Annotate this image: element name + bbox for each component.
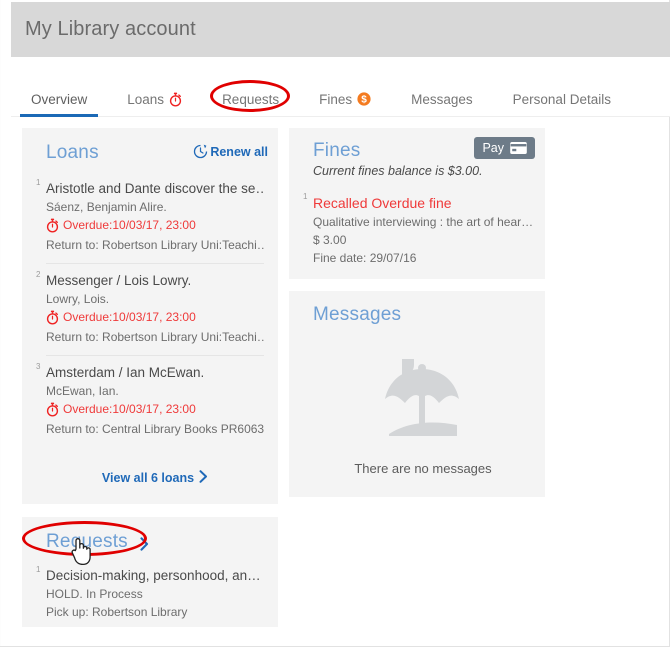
tab-label: Requests xyxy=(222,91,280,107)
fine-item-number: 1 xyxy=(303,192,308,201)
tab-loans[interactable]: Loans xyxy=(107,57,202,115)
view-all-loans-label: View all 6 loans xyxy=(101,471,195,485)
loan-item-overdue-text: Overdue:10/03/17, 23:00 xyxy=(63,402,196,416)
loan-item-title: Aristotle and Dante discover the se… xyxy=(46,181,264,196)
request-item-status: HOLD. In Process xyxy=(46,587,143,601)
tab-label: Overview xyxy=(31,91,88,107)
view-all-loans-row: View all 6 loans xyxy=(46,447,264,503)
tab-fines[interactable]: Fines $ xyxy=(299,57,391,115)
fine-item-title: Qualitative interviewing : the art of he… xyxy=(313,215,533,229)
stopwatch-icon xyxy=(46,402,59,417)
beach-umbrella-icon xyxy=(377,352,469,447)
loan-item-author: Sáenz, Benjamin Alire. xyxy=(46,200,167,214)
request-item[interactable]: 1 Decision-making, personhood, an… HOLD. I… xyxy=(36,559,264,629)
loan-item-overdue: Overdue:10/03/17, 23:00 xyxy=(46,400,264,419)
tab-label: Loans xyxy=(127,91,165,107)
fines-card: Fines Pay Current fines balance is $3.00… xyxy=(289,128,545,279)
tab-messages[interactable]: Messages xyxy=(391,57,493,115)
svg-text:$: $ xyxy=(361,95,367,106)
loan-item-return-to: Return to: Robertson Library Uni:Teachi… xyxy=(46,238,264,252)
messages-card: Messages There are no messages xyxy=(289,291,545,497)
stopwatch-icon xyxy=(169,66,182,107)
loan-item-number: 1 xyxy=(36,178,41,187)
stopwatch-icon xyxy=(46,218,59,233)
loan-item-overdue-text: Overdue:10/03/17, 23:00 xyxy=(63,310,196,324)
pay-button-label: Pay xyxy=(482,141,504,155)
fines-balance-text: Current fines balance is $3.00. xyxy=(313,164,483,178)
loan-item-overdue-text: Overdue:10/03/17, 23:00 xyxy=(63,218,196,232)
tab-label: Fines xyxy=(319,91,353,107)
tab-bar: Overview Loans Requests Fines $ Messages Perso… xyxy=(11,57,670,117)
loan-item-return-to: Return to: Robertson Library Uni:Teachi… xyxy=(46,330,264,344)
tab-overview[interactable]: Overview xyxy=(11,57,107,115)
renew-all-label: Renew all xyxy=(210,144,268,159)
tab-label: Personal Details xyxy=(512,91,611,107)
page-title: My Library account xyxy=(25,18,196,40)
view-all-loans-link[interactable]: View all 6 loans xyxy=(102,470,208,486)
loan-item-author: McEwan, Ian. xyxy=(46,384,119,398)
request-item-pickup: Pick up: Robertson Library xyxy=(46,605,188,619)
loan-item-number: 2 xyxy=(36,270,41,279)
tab-bar-divider xyxy=(11,116,670,117)
page-header: My Library account xyxy=(11,2,670,57)
loan-item[interactable]: 1 Aristotle and Dante discover the se… Sáe… xyxy=(36,172,264,263)
loan-item-number: 3 xyxy=(36,362,41,371)
chevron-right-icon[interactable] xyxy=(140,534,149,551)
active-tab-underline xyxy=(20,114,98,117)
loans-card: Loans Renew all 1 Aristotle and Dante dis… xyxy=(22,128,278,504)
credit-card-icon xyxy=(510,142,527,154)
fine-item[interactable]: 1 Recalled Overdue fine Qualitative interv… xyxy=(303,186,533,275)
tab-personal-details[interactable]: Personal Details xyxy=(493,57,631,115)
loan-item-overdue: Overdue:10/03/17, 23:00 xyxy=(46,308,264,327)
dollar-badge-icon: $ xyxy=(357,66,371,106)
fine-item-type: Recalled Overdue fine xyxy=(313,195,452,211)
messages-empty-text: There are no messages xyxy=(354,461,492,476)
loan-item-title: Messenger / Lois Lowry. xyxy=(46,273,192,288)
requests-card-title[interactable]: Requests xyxy=(46,531,128,553)
tab-label: Messages xyxy=(411,91,473,107)
renew-all-button[interactable]: Renew all xyxy=(193,144,268,159)
request-item-title: Decision-making, personhood, an… xyxy=(46,568,261,583)
frame-left-border xyxy=(0,0,1,647)
messages-card-title: Messages xyxy=(313,304,402,325)
loan-item-author: Lowry, Lois. xyxy=(46,292,110,306)
renew-clock-icon xyxy=(193,144,208,159)
loan-item-title: Amsterdam / Ian McEwan. xyxy=(46,365,205,380)
loan-item[interactable]: 3 Amsterdam / Ian McEwan. McEwan, Ian. Over… xyxy=(36,355,264,447)
loan-item-return-to: Return to: Central Library Books PR6063… xyxy=(46,422,264,436)
stopwatch-icon xyxy=(46,310,59,325)
request-item-number: 1 xyxy=(36,565,41,574)
fine-item-date: Fine date: 29/07/16 xyxy=(313,251,417,265)
loan-item-overdue: Overdue:10/03/17, 23:00 xyxy=(46,216,264,235)
tab-requests[interactable]: Requests xyxy=(202,57,299,115)
fine-item-amount: $ 3.00 xyxy=(313,233,347,247)
library-account-page: My Library account Overview Loans Requests… xyxy=(0,0,670,647)
pay-button[interactable]: Pay xyxy=(474,137,535,159)
loan-item[interactable]: 2 Messenger / Lois Lowry. Lowry, Lois. Over… xyxy=(36,263,264,355)
messages-empty-state: There are no messages xyxy=(313,326,533,476)
requests-card: Requests 1 Decision-making, personhood, a… xyxy=(22,517,278,627)
chevron-right-icon xyxy=(199,470,208,486)
